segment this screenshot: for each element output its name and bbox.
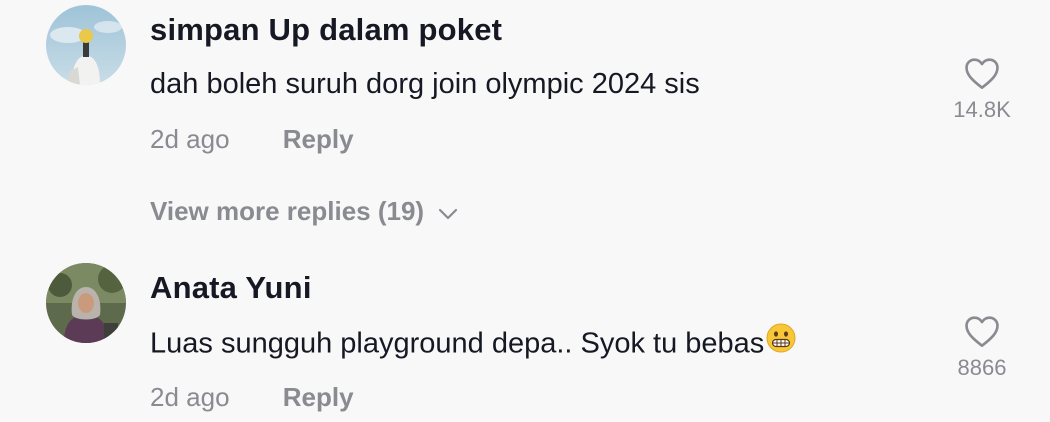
comments-panel: simpan Up dalam poket dah boleh suruh do…	[0, 0, 1050, 422]
heart-outline-icon	[963, 58, 1001, 94]
comment-text: Luas sungguh playground depa.. Syok tu b…	[150, 327, 765, 360]
comment-time: 2d ago	[150, 382, 230, 412]
chevron-down-icon	[438, 196, 458, 227]
comment-username[interactable]: simpan Up dalam poket	[150, 12, 502, 48]
comment-text-row: Luas sungguh playground depa.. Syok tu b…	[150, 323, 796, 364]
user-avatar[interactable]	[46, 263, 126, 343]
view-more-replies-label: View more replies (19)	[150, 196, 425, 226]
comment-meta: 2d ago Reply	[150, 382, 354, 413]
comment-time: 2d ago	[150, 124, 230, 154]
view-more-replies-button[interactable]: View more replies (19)	[150, 196, 458, 227]
like-button[interactable]: 14.8K	[932, 56, 1032, 123]
comment-text: dah boleh suruh dorg join olympic 2024 s…	[150, 68, 700, 100]
reply-button[interactable]: Reply	[283, 382, 354, 412]
heart-outline-icon	[963, 316, 1001, 352]
comment-username[interactable]: Anata Yuni	[150, 270, 312, 306]
grimacing-face-emoji	[766, 323, 796, 361]
user-avatar[interactable]	[46, 5, 126, 85]
like-count: 8866	[957, 355, 1007, 380]
like-button[interactable]: 8866	[932, 314, 1032, 381]
like-count: 14.8K	[953, 97, 1011, 122]
reply-button[interactable]: Reply	[283, 124, 354, 154]
comment-meta: 2d ago Reply	[150, 124, 354, 155]
